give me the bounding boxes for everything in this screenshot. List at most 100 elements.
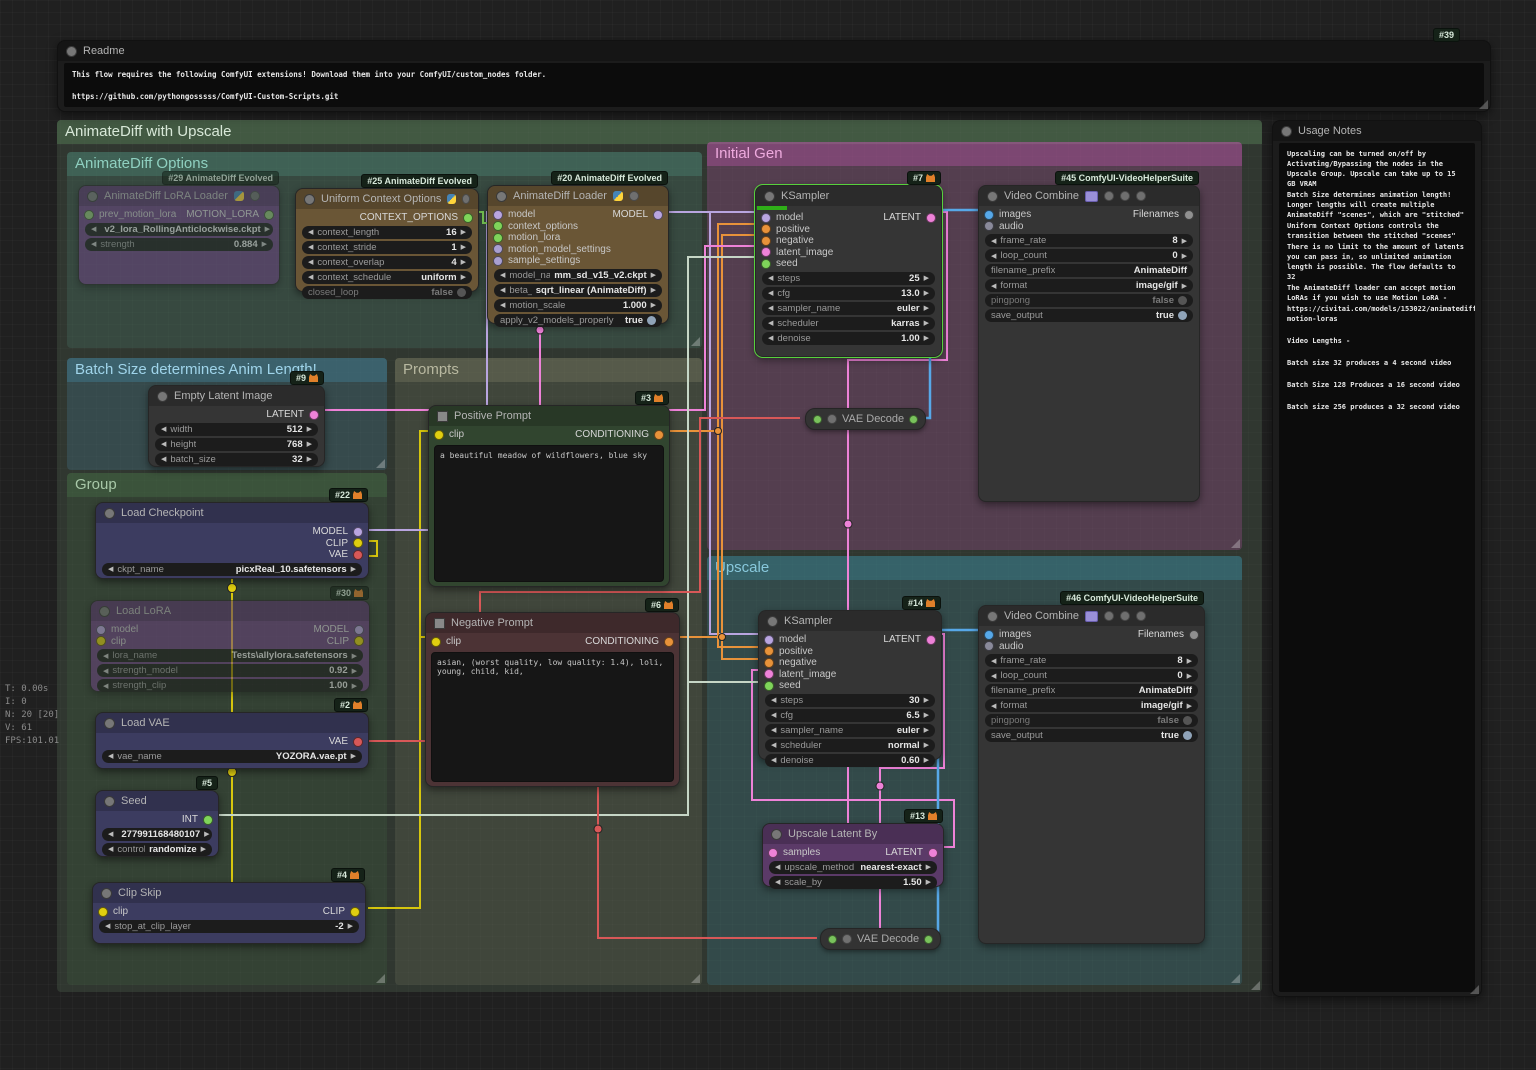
output-port[interactable] xyxy=(909,415,918,424)
port-dot[interactable] xyxy=(96,636,106,646)
port-dot[interactable] xyxy=(353,538,363,548)
widget-value[interactable]: 6.5 xyxy=(906,710,919,721)
comfyui-canvas[interactable]: AnimateDiff with Upscale AnimateDiff Opt… xyxy=(0,0,1536,1070)
decrement-arrow-icon[interactable]: ◀ xyxy=(308,243,313,251)
input-port-motion_model_settings[interactable]: motion_model_settings xyxy=(493,244,611,256)
decrement-arrow-icon[interactable]: ◀ xyxy=(991,657,996,665)
port-dot[interactable] xyxy=(653,210,663,220)
widget-height[interactable]: ◀height768▶ xyxy=(155,438,318,451)
widget-value[interactable]: ◀value277991168480107▶ xyxy=(102,828,212,841)
widget-value[interactable]: AnimateDiff xyxy=(1134,265,1187,276)
prompt-textarea[interactable]: asian, (worst quality, low quality: 1.4)… xyxy=(431,652,674,783)
increment-arrow-icon[interactable]: ▶ xyxy=(307,440,312,448)
widget-stop_at_clip_layer[interactable]: ◀stop_at_clip_layer-2▶ xyxy=(99,920,359,933)
output-port-VAE[interactable]: VAE xyxy=(329,736,363,748)
input-port-images[interactable]: images xyxy=(984,209,1031,221)
increment-arrow-icon[interactable]: ▶ xyxy=(461,258,466,266)
port-dot[interactable] xyxy=(493,221,503,231)
increment-arrow-icon[interactable]: ▶ xyxy=(461,273,466,281)
widget-value[interactable]: image/gif xyxy=(1136,280,1178,291)
input-port-model[interactable]: model xyxy=(493,209,611,221)
increment-arrow-icon[interactable]: ▶ xyxy=(348,922,353,930)
widget-width[interactable]: ◀width512▶ xyxy=(155,423,318,436)
increment-arrow-icon[interactable]: ▶ xyxy=(924,726,929,734)
port-dot[interactable] xyxy=(768,848,778,858)
decrement-arrow-icon[interactable]: ◀ xyxy=(161,425,166,433)
decrement-arrow-icon[interactable]: ◀ xyxy=(108,752,113,760)
widget-denoise[interactable]: ◀denoise1.00▶ xyxy=(762,332,935,345)
increment-arrow-icon[interactable]: ▶ xyxy=(926,878,931,886)
decrement-arrow-icon[interactable]: ◀ xyxy=(775,863,780,871)
input-port-negative[interactable]: negative xyxy=(761,235,833,247)
increment-arrow-icon[interactable]: ▶ xyxy=(352,652,357,660)
node-negative-prompt[interactable]: #6 Negative Prompt clip CONDITIONING asi… xyxy=(425,612,680,787)
decrement-arrow-icon[interactable]: ◀ xyxy=(103,652,108,660)
widget-scale_by[interactable]: ◀scale_by1.50▶ xyxy=(769,876,937,889)
widget-value[interactable]: 30 xyxy=(909,695,920,706)
port-dot[interactable] xyxy=(1189,630,1199,640)
node-readme[interactable]: #39 Readme This flow requires the follow… xyxy=(57,40,1491,112)
port-dot[interactable] xyxy=(84,210,94,220)
widget-sampler_name[interactable]: ◀sampler_nameeuler▶ xyxy=(762,302,935,315)
port-dot[interactable] xyxy=(761,213,771,223)
decrement-arrow-icon[interactable]: ◀ xyxy=(991,237,996,245)
widget-value[interactable]: 0.60 xyxy=(901,755,920,766)
port-dot[interactable] xyxy=(309,410,319,420)
port-dot[interactable] xyxy=(984,221,994,231)
input-port-prev_motion_lora[interactable]: prev_motion_lora xyxy=(84,209,176,221)
increment-arrow-icon[interactable]: ▶ xyxy=(352,682,357,690)
info-icon[interactable] xyxy=(1104,191,1114,201)
widget-sampler_name[interactable]: ◀sampler_nameeuler▶ xyxy=(765,724,935,737)
widget-value[interactable]: 1 xyxy=(451,242,456,253)
port-dot[interactable] xyxy=(928,848,938,858)
widget-value[interactable]: 0 xyxy=(1177,670,1182,681)
widget-value[interactable]: false xyxy=(431,287,453,298)
widget-value[interactable]: 16 xyxy=(446,227,457,238)
widget-value[interactable]: 25 xyxy=(909,273,920,284)
decrement-arrow-icon[interactable]: ◀ xyxy=(91,240,96,248)
input-port-clip[interactable]: clip xyxy=(96,636,138,648)
port-dot[interactable] xyxy=(764,646,774,656)
output-port-MOTION_LORA[interactable]: MOTION_LORA xyxy=(186,209,274,221)
decrement-arrow-icon[interactable]: ◀ xyxy=(768,289,773,297)
widget-value[interactable]: 512 xyxy=(287,424,303,435)
port-dot[interactable] xyxy=(984,641,994,651)
decrement-arrow-icon[interactable]: ◀ xyxy=(108,565,113,573)
readme-text[interactable]: This flow requires the following ComfyUI… xyxy=(64,63,1484,107)
increment-arrow-icon[interactable]: ▶ xyxy=(201,845,206,853)
widget-strength_clip[interactable]: ◀strength_clip1.00▶ xyxy=(97,679,363,692)
port-dot[interactable] xyxy=(493,256,503,266)
widget-ckpt_name[interactable]: ◀ckpt_namepicxReal_10.safetensors▶ xyxy=(102,563,362,576)
widget-frame_rate[interactable]: ◀frame_rate8▶ xyxy=(985,654,1198,667)
output-port-MODEL[interactable]: MODEL xyxy=(313,624,364,636)
widget-context_stride[interactable]: ◀context_stride1▶ xyxy=(302,241,472,254)
input-port-clip[interactable]: clip xyxy=(431,636,461,648)
widget-value[interactable]: true xyxy=(1161,730,1179,741)
widget-value[interactable]: 768 xyxy=(287,439,303,450)
widget-vae_name[interactable]: ◀vae_nameYOZORA.vae.pt▶ xyxy=(102,750,362,763)
decrement-arrow-icon[interactable]: ◀ xyxy=(308,228,313,236)
widget-filename_prefix[interactable]: filename_prefixAnimateDiff xyxy=(985,264,1193,277)
output-port-LATENT[interactable]: LATENT xyxy=(885,847,938,859)
port-dot[interactable] xyxy=(493,233,503,243)
input-port-model[interactable]: model xyxy=(761,212,833,224)
widget-value[interactable]: true xyxy=(1156,310,1174,321)
decrement-arrow-icon[interactable]: ◀ xyxy=(500,301,505,309)
output-port-CONDITIONING[interactable]: CONDITIONING xyxy=(575,429,664,441)
widget-value[interactable]: normal xyxy=(888,740,920,751)
widget-format[interactable]: ◀formatimage/gif▶ xyxy=(985,279,1193,292)
widget-context_schedule[interactable]: ◀context_scheduleuniform▶ xyxy=(302,271,472,284)
port-dot[interactable] xyxy=(96,625,106,635)
info-icon[interactable] xyxy=(1136,191,1146,201)
widget-value[interactable]: 277991168480107 xyxy=(121,829,200,840)
widget-upscale_method[interactable]: ◀upscale_methodnearest-exact▶ xyxy=(769,861,937,874)
node-uniform-context-options[interactable]: #25 AnimateDiff Evolved Uniform Context … xyxy=(295,188,479,292)
widget-save_output[interactable]: save_outputtrue xyxy=(985,729,1198,742)
widget-model_name[interactable]: ◀model_namemm_sd_v15_v2.ckpt▶ xyxy=(494,269,662,282)
widget-value[interactable]: uniform xyxy=(421,272,456,283)
output-port-CLIP[interactable]: CLIP xyxy=(312,538,363,550)
input-port-positive[interactable]: positive xyxy=(761,224,833,236)
port-dot[interactable] xyxy=(984,210,994,220)
widget-value[interactable]: 32 xyxy=(292,454,303,465)
increment-arrow-icon[interactable]: ▶ xyxy=(461,243,466,251)
